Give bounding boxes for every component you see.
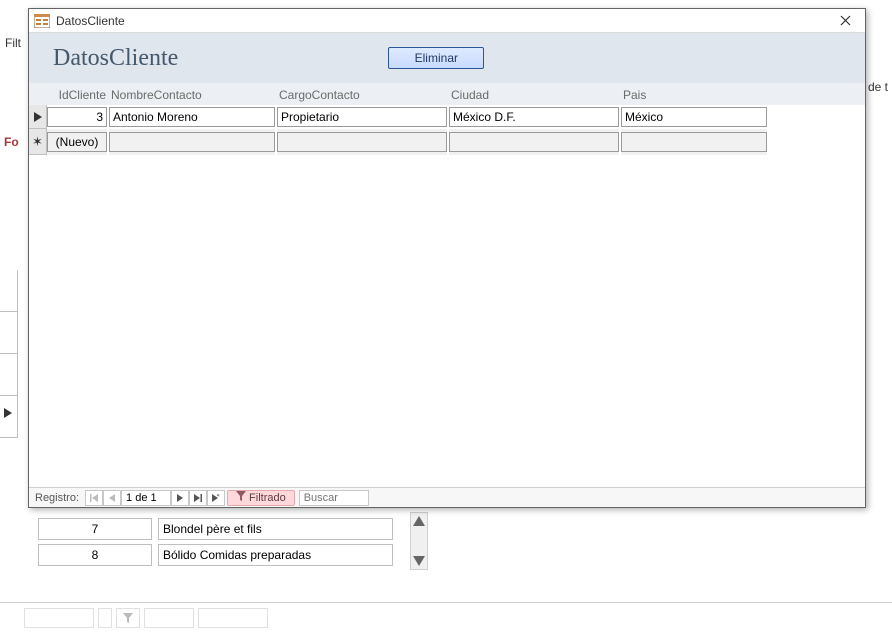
record-navigation-bar: Registro: ✶ Filtrado: [29, 487, 865, 507]
nav-next-button[interactable]: [171, 490, 189, 506]
nombrecontacto-field[interactable]: [109, 107, 275, 127]
nav-new-button[interactable]: ✶: [207, 490, 225, 506]
list-item: 8 Bólido Comidas preparadas: [38, 544, 406, 566]
col-ciudad: Ciudad: [449, 88, 621, 102]
nombrecontacto-field-new[interactable]: [109, 132, 275, 152]
scroll-down-icon[interactable]: [411, 551, 427, 569]
idcliente-field-new[interactable]: [47, 132, 107, 152]
eliminar-button[interactable]: Eliminar: [388, 47, 484, 69]
col-nombrecontacto: NombreContacto: [109, 88, 277, 102]
bg-right-fragment: de t: [868, 80, 888, 94]
window-title: DatosCliente: [56, 14, 125, 28]
record-position-input[interactable]: [121, 490, 171, 506]
titlebar[interactable]: DatosCliente: [29, 9, 865, 33]
form-title: DatosCliente: [53, 45, 178, 72]
record-label: Registro:: [29, 492, 85, 504]
col-cargocontacto: CargoContacto: [277, 88, 449, 102]
behind-scrollbar[interactable]: [410, 512, 428, 570]
datoscliente-dialog: DatosCliente DatosCliente Eliminar IdCli…: [28, 8, 866, 508]
pais-field[interactable]: [621, 107, 767, 127]
form-header: DatosCliente Eliminar: [29, 33, 865, 83]
nav-last-button[interactable]: [189, 490, 207, 506]
ciudad-field-new[interactable]: [449, 132, 619, 152]
cargocontacto-field-new[interactable]: [277, 132, 447, 152]
pais-field-new[interactable]: [621, 132, 767, 152]
new-record-selector-icon[interactable]: ✶: [29, 129, 47, 155]
scroll-up-icon[interactable]: [411, 513, 427, 531]
behind-name-cell[interactable]: Blondel père et fils: [158, 518, 393, 540]
bg-current-record-selector-icon: [4, 407, 12, 421]
nav-prev-button[interactable]: [103, 490, 121, 506]
behind-name-cell[interactable]: Bólido Comidas preparadas: [158, 544, 393, 566]
idcliente-field[interactable]: [47, 107, 107, 127]
search-input[interactable]: [299, 490, 369, 506]
behind-id-cell[interactable]: 7: [38, 518, 152, 540]
filter-toggle[interactable]: Filtrado: [227, 490, 295, 506]
list-item: 7 Blondel père et fils: [38, 518, 406, 540]
filter-label: Filtrado: [249, 492, 286, 504]
grid-area: ✶: [29, 105, 865, 487]
nav-first-button[interactable]: [85, 490, 103, 506]
column-headers: IdCliente NombreContacto CargoContacto C…: [29, 83, 865, 105]
bg-filter-label-fragment: Filt: [5, 36, 21, 50]
current-record-selector[interactable]: [29, 105, 47, 129]
col-idcliente: IdCliente: [47, 88, 109, 102]
funnel-icon: [236, 491, 246, 504]
behind-list: 7 Blondel père et fils 8 Bólido Comidas …: [38, 518, 406, 570]
form-icon: [34, 14, 50, 28]
bg-fo-fragment: Fo: [4, 135, 19, 149]
svg-text:✶: ✶: [216, 494, 220, 499]
parent-record-nav: [0, 602, 892, 632]
ciudad-field[interactable]: [449, 107, 619, 127]
new-record-row: ✶: [29, 129, 865, 155]
col-pais: Pais: [621, 88, 769, 102]
cargocontacto-field[interactable]: [277, 107, 447, 127]
behind-id-cell[interactable]: 8: [38, 544, 152, 566]
close-button[interactable]: [825, 9, 865, 32]
table-row: [29, 105, 865, 129]
